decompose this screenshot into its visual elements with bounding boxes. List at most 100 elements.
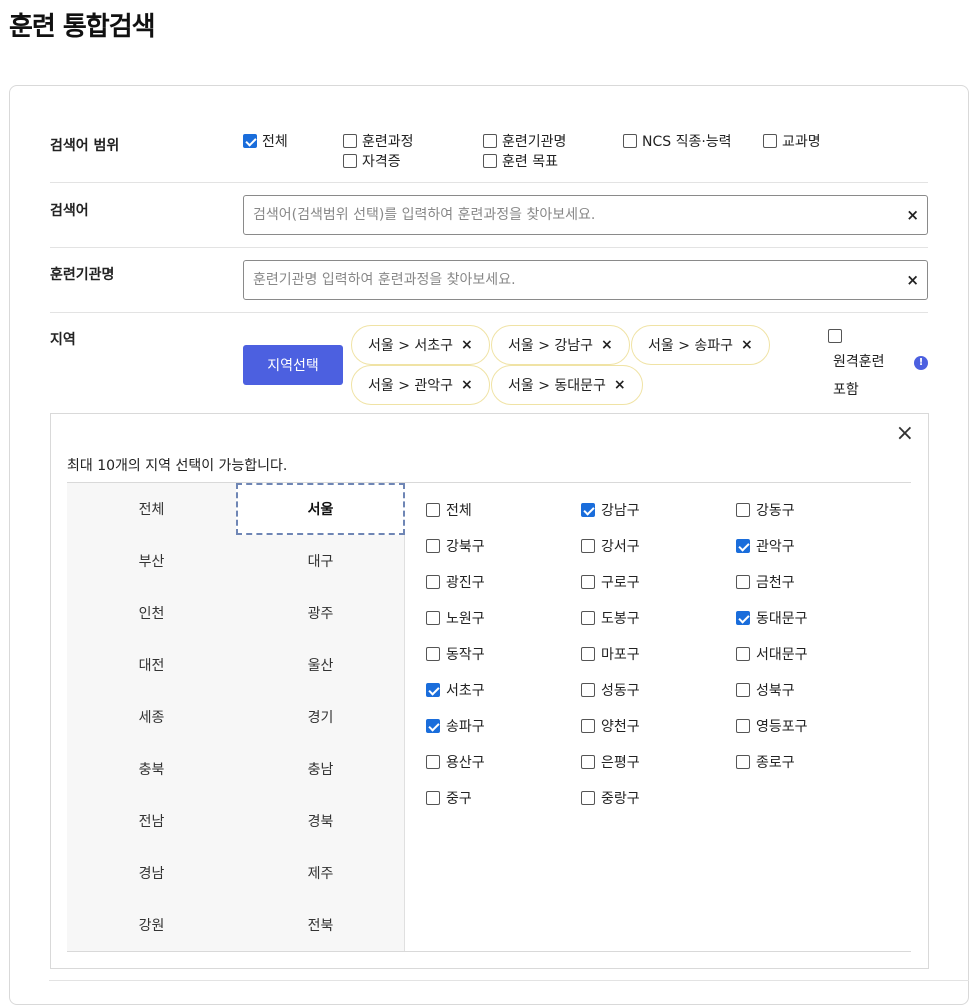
- remote-training-checkbox[interactable]: [828, 329, 842, 343]
- district-option-checkbox[interactable]: [581, 575, 595, 589]
- region-chip: 서울 > 강남구 ×: [491, 325, 630, 365]
- district-option-checkbox[interactable]: [581, 719, 595, 733]
- district-option-checkbox[interactable]: [426, 539, 440, 553]
- province-item[interactable]: 충북: [67, 743, 236, 795]
- keyword-clear-icon[interactable]: ×: [906, 206, 919, 224]
- district-option[interactable]: 강동구: [736, 500, 795, 520]
- district-option[interactable]: 성동구: [581, 680, 640, 700]
- district-option[interactable]: 광진구: [426, 572, 485, 592]
- district-option-checkbox[interactable]: [736, 539, 750, 553]
- district-option-checkbox[interactable]: [736, 503, 750, 517]
- institution-clear-icon[interactable]: ×: [906, 271, 919, 289]
- district-option[interactable]: 서초구: [426, 680, 485, 700]
- district-option[interactable]: 강서구: [581, 536, 640, 556]
- district-option-checkbox[interactable]: [426, 791, 440, 805]
- scope-option[interactable]: 교과명: [763, 131, 821, 151]
- district-option-checkbox[interactable]: [736, 575, 750, 589]
- district-option-checkbox[interactable]: [736, 683, 750, 697]
- province-item[interactable]: 충남: [236, 743, 405, 795]
- district-option-checkbox[interactable]: [426, 575, 440, 589]
- scope-option-checkbox[interactable]: [483, 154, 497, 168]
- district-option[interactable]: 마포구: [581, 644, 640, 664]
- district-option[interactable]: 송파구: [426, 716, 485, 736]
- district-option-checkbox[interactable]: [426, 683, 440, 697]
- province-item[interactable]: 대구: [236, 535, 405, 587]
- chip-remove-icon[interactable]: ×: [741, 337, 753, 353]
- district-option[interactable]: 종로구: [736, 752, 795, 772]
- scope-option[interactable]: 훈련 목표: [483, 151, 558, 171]
- district-option[interactable]: 강북구: [426, 536, 485, 556]
- scope-option-checkbox[interactable]: [623, 134, 637, 148]
- district-option[interactable]: 구로구: [581, 572, 640, 592]
- district-option[interactable]: 은평구: [581, 752, 640, 772]
- chip-remove-icon[interactable]: ×: [461, 377, 473, 393]
- province-item[interactable]: 전남: [67, 795, 236, 847]
- province-item[interactable]: 전북: [236, 899, 405, 951]
- district-option[interactable]: 서대문구: [736, 644, 808, 664]
- scope-option-checkbox[interactable]: [343, 134, 357, 148]
- province-item[interactable]: 광주: [236, 587, 405, 639]
- province-item[interactable]: 대전: [67, 639, 236, 691]
- scope-option-checkbox[interactable]: [483, 134, 497, 148]
- district-option-checkbox[interactable]: [581, 539, 595, 553]
- province-item[interactable]: 울산: [236, 639, 405, 691]
- scope-option-checkbox[interactable]: [763, 134, 777, 148]
- province-item[interactable]: 인천: [67, 587, 236, 639]
- district-option-checkbox[interactable]: [426, 647, 440, 661]
- district-option-checkbox[interactable]: [426, 755, 440, 769]
- district-option-checkbox[interactable]: [426, 611, 440, 625]
- chip-remove-icon[interactable]: ×: [461, 337, 473, 353]
- district-option[interactable]: 강남구: [581, 500, 640, 520]
- region-select-button[interactable]: 지역선택: [243, 345, 343, 385]
- scope-option[interactable]: 자격증: [343, 151, 401, 171]
- institution-input[interactable]: [244, 261, 884, 299]
- district-option-checkbox[interactable]: [581, 683, 595, 697]
- chip-remove-icon[interactable]: ×: [614, 377, 626, 393]
- district-option-checkbox[interactable]: [736, 755, 750, 769]
- province-item[interactable]: 서울: [236, 483, 405, 535]
- district-option[interactable]: 중구: [426, 788, 472, 808]
- district-option-label: 마포구: [601, 647, 640, 663]
- district-option[interactable]: 금천구: [736, 572, 795, 592]
- province-item[interactable]: 경기: [236, 691, 405, 743]
- district-option[interactable]: 동대문구: [736, 608, 808, 628]
- district-option[interactable]: 노원구: [426, 608, 485, 628]
- district-option-checkbox[interactable]: [736, 647, 750, 661]
- district-option[interactable]: 영등포구: [736, 716, 808, 736]
- province-item[interactable]: 제주: [236, 847, 405, 899]
- district-option[interactable]: 성북구: [736, 680, 795, 700]
- district-option-checkbox[interactable]: [736, 719, 750, 733]
- scope-option[interactable]: NCS 직종·능력: [623, 131, 732, 151]
- district-option-checkbox[interactable]: [581, 611, 595, 625]
- keyword-input[interactable]: [244, 196, 884, 234]
- district-option[interactable]: 중랑구: [581, 788, 640, 808]
- info-icon[interactable]: !: [914, 356, 928, 370]
- scope-option[interactable]: 훈련과정: [343, 131, 414, 151]
- district-option[interactable]: 도봉구: [581, 608, 640, 628]
- district-option-checkbox[interactable]: [426, 503, 440, 517]
- popup-close-icon[interactable]: ×: [896, 422, 914, 446]
- scope-option[interactable]: 전체: [243, 131, 288, 151]
- region-chip-label: 서울 > 관악구: [368, 378, 454, 394]
- district-option-checkbox[interactable]: [426, 719, 440, 733]
- district-option[interactable]: 관악구: [736, 536, 795, 556]
- district-option-checkbox[interactable]: [581, 755, 595, 769]
- district-option-checkbox[interactable]: [581, 791, 595, 805]
- province-item[interactable]: 강원: [67, 899, 236, 951]
- district-option[interactable]: 전체: [426, 500, 472, 520]
- province-item[interactable]: 경북: [236, 795, 405, 847]
- district-option-checkbox[interactable]: [581, 503, 595, 517]
- province-item[interactable]: 전체: [67, 483, 236, 535]
- scope-option[interactable]: 훈련기관명: [483, 131, 566, 151]
- district-option-checkbox[interactable]: [736, 611, 750, 625]
- province-item[interactable]: 세종: [67, 691, 236, 743]
- scope-option-checkbox[interactable]: [343, 154, 357, 168]
- province-item[interactable]: 경남: [67, 847, 236, 899]
- scope-option-checkbox[interactable]: [243, 134, 257, 148]
- province-item[interactable]: 부산: [67, 535, 236, 587]
- district-option[interactable]: 동작구: [426, 644, 485, 664]
- chip-remove-icon[interactable]: ×: [601, 337, 613, 353]
- district-option-checkbox[interactable]: [581, 647, 595, 661]
- district-option[interactable]: 용산구: [426, 752, 485, 772]
- district-option[interactable]: 양천구: [581, 716, 640, 736]
